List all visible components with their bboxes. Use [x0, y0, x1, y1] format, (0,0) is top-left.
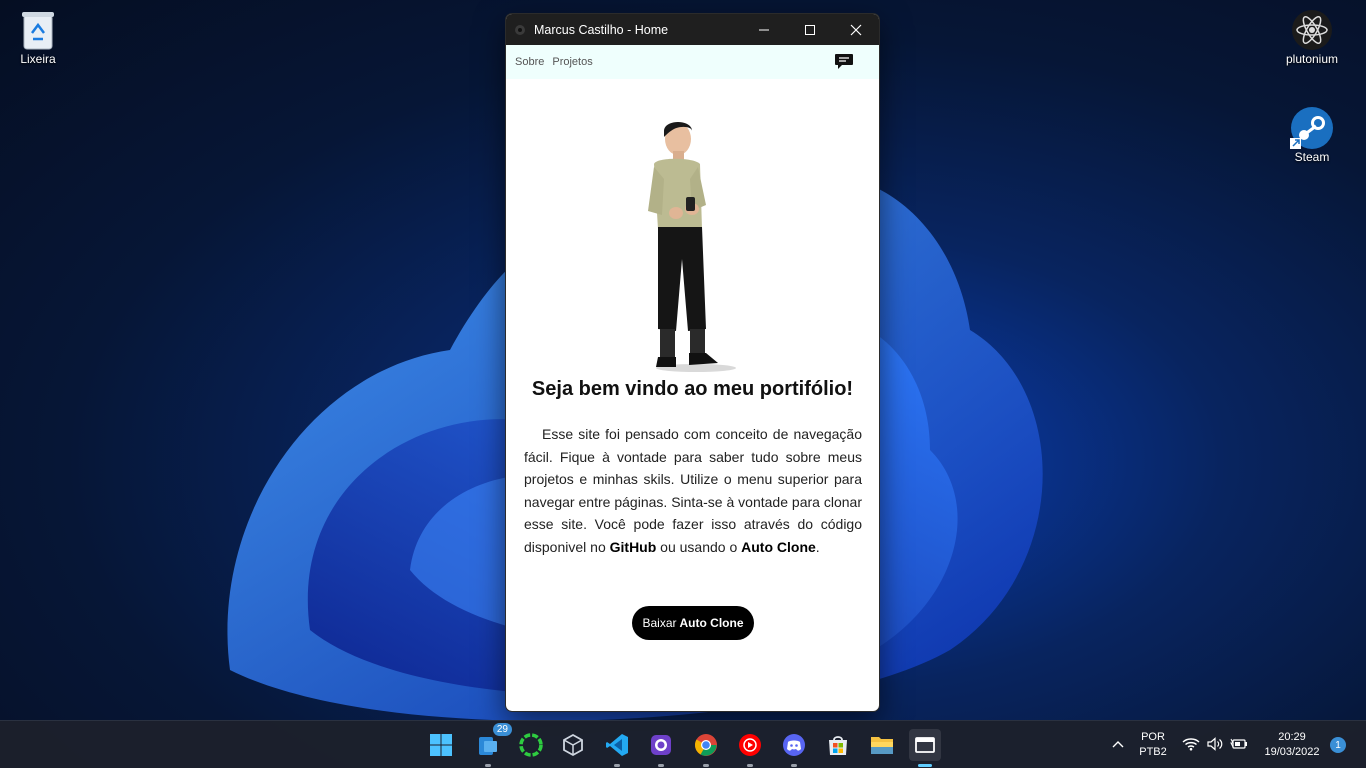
mail-badge: 29	[492, 723, 512, 736]
taskbar-youtube-music[interactable]	[734, 729, 766, 767]
button-bold: Auto Clone	[679, 616, 744, 630]
intro-text-2: ou usando o	[656, 538, 742, 555]
clock-date: 19/03/2022	[1264, 746, 1320, 758]
mail-icon	[479, 737, 497, 755]
taskbar-virtualbox[interactable]	[557, 729, 589, 761]
taskbar-app-green[interactable]	[515, 729, 547, 761]
chrome-icon	[695, 734, 717, 756]
close-icon	[850, 24, 862, 35]
download-autoclone-button[interactable]: Baixar Auto Clone	[632, 606, 754, 640]
notification-badge[interactable]: 1	[1330, 737, 1346, 753]
nav-link-projetos[interactable]: Projetos	[552, 56, 592, 68]
desktop-icon-label: Steam	[1294, 150, 1330, 164]
taskbar-github-desktop[interactable]	[645, 729, 677, 767]
minimize-icon	[759, 29, 769, 30]
vscode-icon	[606, 734, 628, 756]
person-illustration	[648, 122, 736, 372]
clock-time: 20:29	[1278, 731, 1306, 743]
folder-icon	[871, 737, 893, 754]
desktop-icon-plutonium[interactable]: plutonium	[1274, 8, 1350, 66]
window-titlebar[interactable]: Marcus Castilho - Home	[506, 14, 879, 45]
nav-link-sobre[interactable]: Sobre	[515, 56, 544, 68]
app-window: Marcus Castilho - Home Sobre Projetos Se…	[505, 13, 880, 712]
language-indicator[interactable]: POR PTB2	[1136, 730, 1170, 760]
clock[interactable]: 20:29 19/03/2022	[1256, 730, 1328, 760]
intro-text-3: .	[815, 538, 820, 555]
desktop-icon-label: Lixeira	[20, 52, 56, 66]
page-heading: Seja bem vindo ao meu portifólio!	[531, 378, 854, 400]
close-button[interactable]	[833, 14, 879, 45]
taskbar: 29 POR PTB2 20:29 19/03/2022	[0, 720, 1366, 768]
keyboard-layout: PTB2	[1139, 746, 1167, 758]
music-play-icon	[739, 734, 761, 756]
windows-logo-icon	[430, 734, 452, 756]
window-app-icon	[915, 737, 935, 753]
github-icon	[651, 735, 671, 755]
taskbar-vscode[interactable]	[601, 729, 633, 767]
recycle-bin-icon	[16, 8, 60, 52]
maximize-icon	[805, 24, 815, 35]
chevron-up-icon[interactable]	[1112, 739, 1124, 749]
cube-icon	[563, 733, 583, 757]
discord-icon	[783, 734, 805, 756]
start-button[interactable]	[425, 729, 457, 761]
maximize-button[interactable]	[787, 14, 833, 45]
store-icon	[829, 736, 847, 755]
language-code: POR	[1141, 731, 1165, 743]
steam-icon	[1290, 106, 1334, 150]
app-icon	[515, 24, 525, 35]
page-content: Seja bem vindo ao meu portifólio! Esse s…	[506, 79, 879, 711]
volume-icon[interactable]	[1206, 737, 1224, 751]
window-title: Marcus Castilho - Home	[534, 22, 669, 37]
taskbar-active-window[interactable]	[909, 729, 941, 767]
ring-icon	[519, 733, 543, 757]
taskbar-store[interactable]	[822, 729, 854, 761]
intro-text-1: Esse site foi pensado com conceito de na…	[524, 426, 862, 555]
battery-icon[interactable]	[1230, 737, 1248, 751]
plutonium-icon	[1290, 8, 1334, 52]
autoclone-link[interactable]: Auto Clone	[741, 539, 816, 555]
taskbar-file-explorer[interactable]	[866, 729, 898, 761]
desktop-icon-label: plutonium	[1285, 52, 1339, 66]
wifi-icon[interactable]	[1182, 737, 1200, 751]
button-prefix: Baixar	[642, 616, 677, 630]
desktop-icon-steam[interactable]: Steam	[1274, 106, 1350, 164]
taskbar-mail[interactable]: 29	[472, 723, 512, 767]
github-link[interactable]: GitHub	[610, 539, 657, 555]
taskbar-chrome[interactable]	[690, 729, 722, 767]
desktop-icon-recycle-bin[interactable]: Lixeira	[0, 8, 76, 66]
site-navbar: Sobre Projetos	[506, 45, 879, 79]
chat-icon[interactable]	[834, 53, 854, 71]
taskbar-discord[interactable]	[778, 729, 810, 767]
intro-paragraph: Esse site foi pensado com conceito de na…	[524, 423, 862, 558]
minimize-button[interactable]	[741, 14, 787, 45]
